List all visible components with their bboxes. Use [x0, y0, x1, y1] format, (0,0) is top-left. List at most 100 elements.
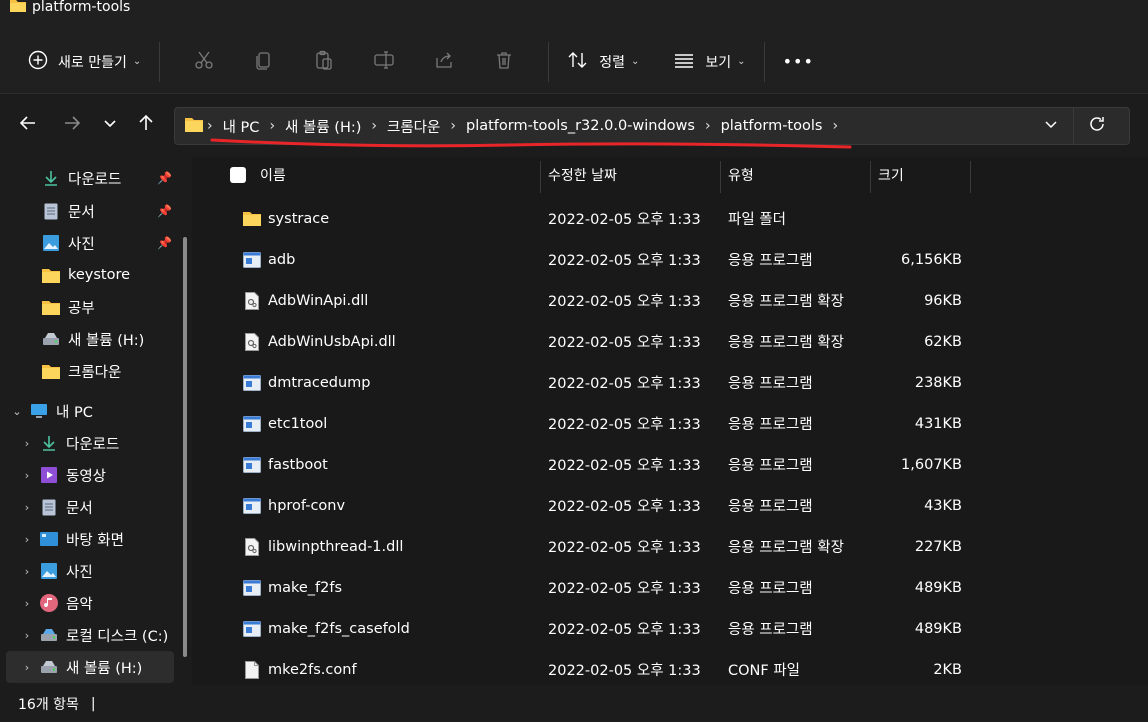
file-name-cell[interactable]: dmtracedump: [242, 373, 370, 393]
share-button[interactable]: [414, 42, 474, 82]
back-button[interactable]: [16, 113, 40, 137]
breadcrumb-volume-h[interactable]: 새 볼륨 (H:): [285, 116, 361, 137]
sidebar-item-label: keystore: [68, 267, 131, 283]
table-row[interactable]: AdbWinUsbApi.dll 2022-02-05 오후 1:33 응용 프로그…: [192, 321, 1148, 362]
sidebar-item-label: 사진: [68, 236, 95, 253]
table-row[interactable]: etc1tool 2022-02-05 오후 1:33 응용 프로그램 431KB: [192, 403, 1148, 444]
chevron-right-icon[interactable]: ›: [832, 118, 838, 134]
sidebar-item-pictures[interactable]: › 사진: [0, 555, 180, 587]
column-header-date[interactable]: 수정한 날짜: [540, 157, 720, 193]
recent-locations-button[interactable]: [98, 113, 122, 137]
file-name-cell[interactable]: hprof-conv: [242, 496, 345, 516]
chevron-down-icon: [102, 115, 118, 135]
chevron-right-icon[interactable]: ›: [269, 118, 275, 134]
breadcrumb-chrome-down[interactable]: 크롬다운: [387, 116, 440, 137]
chevron-down-icon: ⌄: [132, 56, 142, 67]
table-row[interactable]: make_f2fs 2022-02-05 오후 1:33 응용 프로그램 489KB: [192, 567, 1148, 608]
file-name-cell[interactable]: etc1tool: [242, 414, 327, 434]
copy-icon: [254, 50, 274, 74]
chevron-right-icon[interactable]: ›: [20, 437, 34, 450]
delete-button[interactable]: [474, 42, 534, 82]
table-row[interactable]: libwinpthread-1.dll 2022-02-05 오후 1:33 응용 …: [192, 526, 1148, 567]
sidebar-item-desktop[interactable]: › 바탕 화면: [0, 523, 180, 555]
chevron-right-icon[interactable]: ›: [20, 501, 34, 514]
paste-icon: [314, 50, 334, 74]
sidebar-item-documents[interactable]: › 문서: [0, 491, 180, 523]
file-name-cell[interactable]: AdbWinUsbApi.dll: [242, 332, 396, 352]
file-name-cell[interactable]: libwinpthread-1.dll: [242, 537, 403, 557]
table-row[interactable]: hprof-conv 2022-02-05 오후 1:33 응용 프로그램 43KB: [192, 485, 1148, 526]
forward-button[interactable]: [60, 113, 84, 137]
sidebar-item-label: 다운로드: [68, 171, 122, 188]
paste-button[interactable]: [294, 42, 354, 82]
sidebar-item-documents-quick[interactable]: 문서 📌: [0, 195, 180, 227]
sidebar-item-music[interactable]: › 음악: [0, 587, 180, 619]
chevron-right-icon[interactable]: ›: [20, 597, 34, 610]
sidebar-item-keystore[interactable]: keystore: [0, 259, 180, 291]
chevron-down-icon[interactable]: ⌄: [10, 405, 24, 418]
chevron-right-icon[interactable]: ›: [20, 469, 34, 482]
sidebar-item-this-pc[interactable]: ⌄ 내 PC: [0, 395, 180, 427]
chevron-right-icon[interactable]: ›: [20, 629, 34, 642]
more-options-button[interactable]: •••: [779, 42, 818, 82]
checkbox[interactable]: [230, 167, 246, 183]
table-row[interactable]: make_f2fs_casefold 2022-02-05 오후 1:33 응용 프…: [192, 608, 1148, 649]
table-row[interactable]: AdbWinApi.dll 2022-02-05 오후 1:33 응용 프로그램 확…: [192, 280, 1148, 321]
file-name-cell[interactable]: make_f2fs: [242, 578, 342, 598]
sidebar-item-videos[interactable]: › 동영상: [0, 459, 180, 491]
select-all-checkbox[interactable]: [222, 157, 246, 193]
new-button[interactable]: 새로 만들기 ⌄: [24, 42, 145, 82]
refresh-icon[interactable]: [1088, 115, 1106, 137]
breadcrumb-this-pc[interactable]: 내 PC: [223, 116, 260, 137]
column-header-type[interactable]: 유형: [720, 157, 870, 193]
file-name: hprof-conv: [268, 497, 346, 514]
table-row[interactable]: adb 2022-02-05 오후 1:33 응용 프로그램 6,156KB: [192, 239, 1148, 280]
chevron-right-icon[interactable]: ›: [20, 565, 34, 578]
sidebar-item-study[interactable]: 공부: [0, 291, 180, 323]
file-size: 238KB: [914, 374, 962, 391]
sidebar-item-local-disk-c[interactable]: › 로컬 디스크 (C:): [0, 619, 180, 651]
column-header-size[interactable]: 크기: [870, 157, 970, 193]
file-type: 응용 프로그램 확장: [728, 540, 844, 556]
sidebar-item-downloads-quick[interactable]: 다운로드 📌: [0, 162, 180, 194]
table-row[interactable]: fastboot 2022-02-05 오후 1:33 응용 프로그램 1,607KB: [192, 444, 1148, 485]
file-name-cell[interactable]: systrace: [242, 209, 329, 229]
table-row[interactable]: mke2fs.conf 2022-02-05 오후 1:33 CONF 파일 2KB: [192, 649, 1148, 685]
file-name-cell[interactable]: adb: [242, 250, 295, 270]
breadcrumb-platform-tools[interactable]: platform-tools: [721, 118, 823, 134]
chevron-down-icon: ⌄: [737, 56, 746, 67]
chevron-right-icon[interactable]: ›: [450, 118, 456, 134]
address-dropdown-icon[interactable]: [1043, 116, 1059, 136]
sidebar-item-volume-h-quick[interactable]: 새 볼륨 (H:): [0, 323, 180, 355]
column-header-name[interactable]: 이름 ^: [252, 157, 540, 193]
breadcrumb-platform-tools-windows[interactable]: platform-tools_r32.0.0-windows: [466, 118, 695, 134]
chevron-right-icon[interactable]: ›: [705, 118, 711, 134]
sidebar-item-pictures-quick[interactable]: 사진 📌: [0, 227, 180, 259]
chevron-right-icon[interactable]: ›: [20, 661, 34, 674]
chevron-right-icon[interactable]: ›: [371, 118, 377, 134]
cut-button[interactable]: [174, 42, 234, 82]
sidebar-item-volume-h[interactable]: › 새 볼륨 (H:): [6, 651, 174, 683]
sort-button[interactable]: 정렬 ⌄: [563, 42, 643, 82]
column-divider[interactable]: [970, 161, 971, 193]
file-name-cell[interactable]: fastboot: [242, 455, 328, 475]
file-size: 227KB: [914, 538, 962, 555]
copy-button[interactable]: [234, 42, 294, 82]
file-name-cell[interactable]: mke2fs.conf: [242, 660, 357, 680]
drive-icon: [42, 330, 60, 348]
file-name-cell[interactable]: AdbWinApi.dll: [242, 291, 368, 311]
chevron-right-icon[interactable]: ›: [20, 533, 34, 546]
sidebar-item-downloads[interactable]: › 다운로드: [0, 427, 180, 459]
file-name-cell[interactable]: make_f2fs_casefold: [242, 619, 410, 639]
file-size: 6,156KB: [901, 251, 962, 268]
up-button[interactable]: [134, 113, 158, 137]
view-button[interactable]: 보기 ⌄: [669, 42, 749, 82]
table-row[interactable]: dmtracedump 2022-02-05 오후 1:33 응용 프로그램 238K…: [192, 362, 1148, 403]
table-row[interactable]: systrace 2022-02-05 오후 1:33 파일 폴더: [192, 198, 1148, 239]
drive-icon: [40, 626, 58, 644]
item-count: 16개 항목: [18, 696, 79, 713]
rename-button[interactable]: [354, 42, 414, 82]
sidebar-item-chrome-down[interactable]: 크롬다운: [0, 355, 180, 387]
file-name: systrace: [268, 210, 330, 227]
sidebar-scrollbar[interactable]: [183, 237, 187, 657]
